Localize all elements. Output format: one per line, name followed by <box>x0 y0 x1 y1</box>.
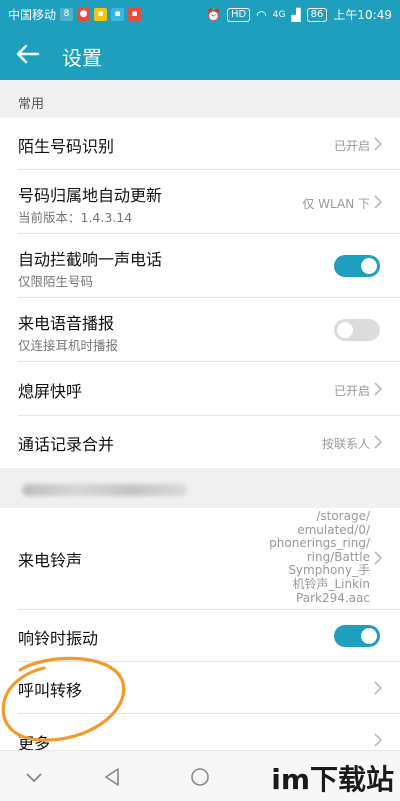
app-bar: 设置 <box>0 28 400 80</box>
setting-value: 按联系人 <box>321 437 370 451</box>
app-notification-icon: ● <box>77 8 91 21</box>
setting-sub: 仅限陌生号码 <box>18 274 94 289</box>
home-circle-icon[interactable] <box>188 765 212 789</box>
setting-label: 呼叫转移 <box>18 681 83 700</box>
battery-icon: 86 <box>306 7 328 22</box>
watermark: im下载站 <box>230 754 400 800</box>
block-one-ring-toggle[interactable] <box>334 255 380 277</box>
setting-ringtone[interactable]: 来电铃声 /storage/ emulated/0/ phonerings_ri… <box>0 508 400 610</box>
setting-label: 熄屏快呼 <box>18 382 83 401</box>
setting-value: 已开启 <box>333 139 370 153</box>
setting-stranger-number-id[interactable]: 陌生号码识别 已开启 <box>0 118 400 170</box>
setting-voice-announce[interactable]: 来电语音播报 仅连接耳机时播报 <box>0 298 400 362</box>
hd-icon: HD <box>227 7 251 22</box>
page-title: 设置 <box>62 46 102 70</box>
blurred-text <box>22 484 187 496</box>
back-triangle-icon[interactable] <box>100 765 124 789</box>
chevron-right-icon <box>374 195 383 209</box>
chevron-right-icon <box>374 551 383 565</box>
carrier-label: 中国移动 <box>8 8 57 22</box>
network-type: 4G <box>272 9 286 20</box>
setting-sub: 当前版本：1.4.3.14 <box>18 210 133 225</box>
setting-vibrate-on-ring[interactable]: 响铃时振动 <box>0 610 400 662</box>
wifi-icon: ◠ <box>256 7 267 22</box>
status-bar: 中国移动 8 ● ▪ ▪ ▪ ⏰ HD ◠ 4G ▟ 86 上午10:49 <box>0 0 400 28</box>
ringtone-path: /storage/ emulated/0/ phonerings_ring/ r… <box>269 509 370 605</box>
setting-label: 来电铃声 <box>18 551 83 570</box>
section-header-blurred <box>0 468 400 508</box>
alarm-icon: ⏰ <box>206 7 222 22</box>
chevron-right-icon <box>374 733 383 747</box>
setting-location-auto-update[interactable]: 号码归属地自动更新 当前版本：1.4.3.14 仅 WLAN 下 <box>0 170 400 234</box>
setting-label: 陌生号码识别 <box>18 137 115 156</box>
chevron-down-icon[interactable] <box>22 765 46 789</box>
setting-value: 仅 WLAN 下 <box>302 197 370 211</box>
signal-icon: ▟ <box>291 7 301 22</box>
setting-call-forwarding[interactable]: 呼叫转移 <box>0 662 400 714</box>
folder-notification-icon: ▪ <box>94 8 108 21</box>
app-notification-icon: ▪ <box>111 8 125 21</box>
chevron-right-icon <box>374 681 383 695</box>
notification-icon: 8 <box>60 8 74 21</box>
setting-merge-call-log[interactable]: 通话记录合并 按联系人 <box>0 416 400 468</box>
setting-more[interactable]: 更多 <box>0 714 400 753</box>
vibrate-toggle[interactable] <box>334 625 380 647</box>
chevron-right-icon <box>374 382 383 396</box>
chevron-right-icon <box>374 137 383 151</box>
setting-label: 来电语音播报 <box>18 314 115 333</box>
clock: 上午10:49 <box>333 8 392 22</box>
news-notification-icon: ▪ <box>128 8 142 21</box>
setting-label: 号码归属地自动更新 <box>18 186 163 205</box>
setting-screen-off-quick-call[interactable]: 熄屏快呼 已开启 <box>0 362 400 416</box>
setting-sub: 仅连接耳机时播报 <box>18 338 119 353</box>
arrow-left-icon[interactable] <box>14 40 42 68</box>
setting-label: 自动拦截响一声电话 <box>18 250 163 269</box>
setting-label: 通话记录合并 <box>18 435 115 454</box>
setting-block-one-ring[interactable]: 自动拦截响一声电话 仅限陌生号码 <box>0 234 400 298</box>
setting-value: 已开启 <box>333 384 370 398</box>
section-header-common: 常用 <box>0 80 400 118</box>
setting-label: 响铃时振动 <box>18 629 99 648</box>
voice-announce-toggle[interactable] <box>334 319 380 341</box>
chevron-right-icon <box>374 435 383 449</box>
